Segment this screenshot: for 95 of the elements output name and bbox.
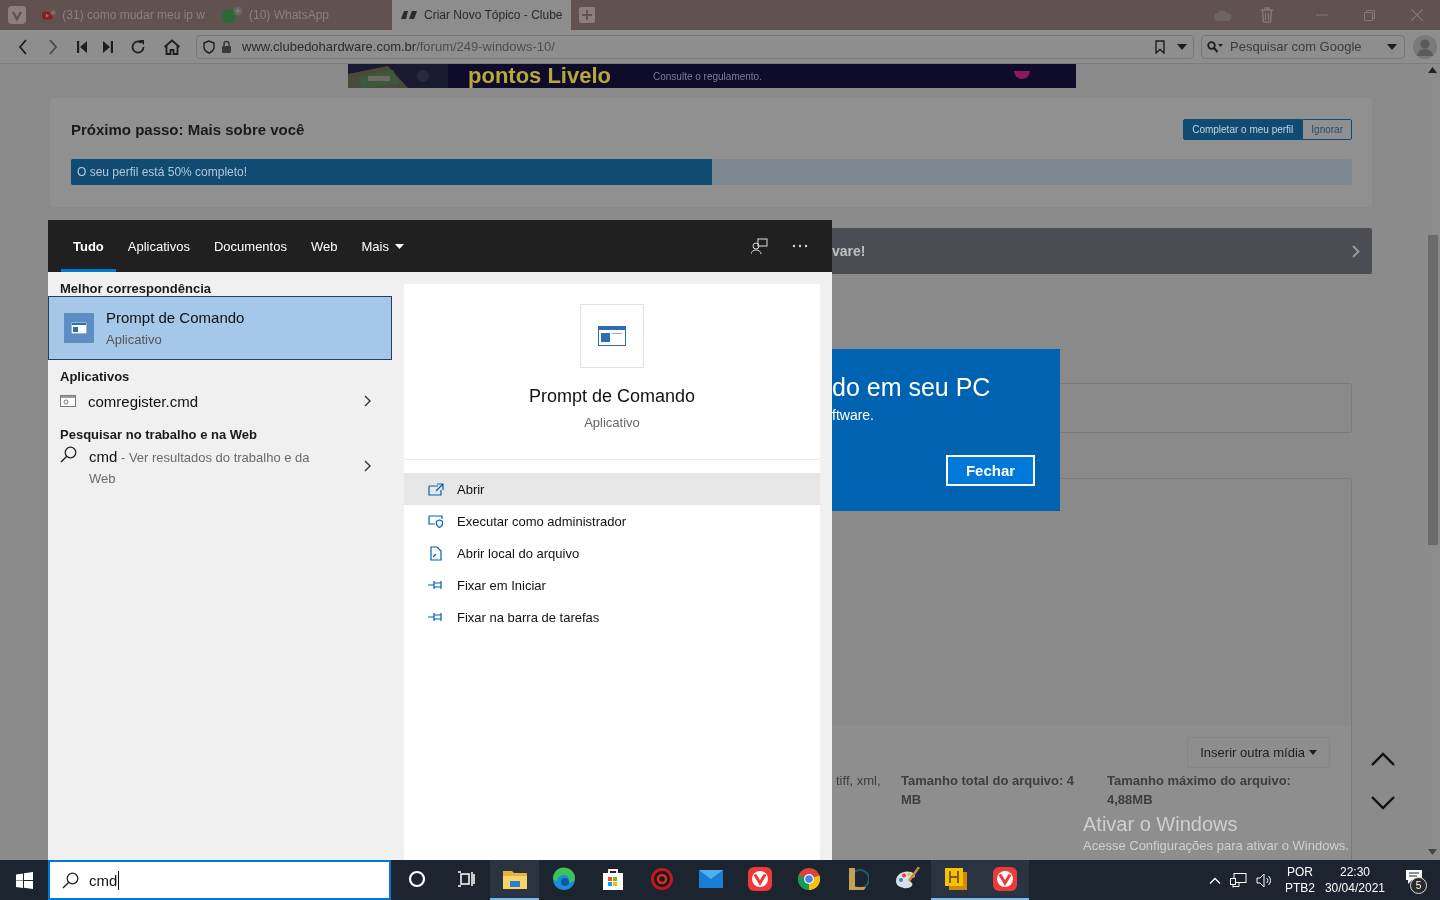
preview-title: Prompt de Comando — [528, 386, 696, 407]
web-result-link[interactable]: cmd - Ver resultados do trabalho e da Web — [89, 446, 334, 489]
search-field[interactable]: cmd — [48, 860, 391, 900]
section-heading: Pesquisar no trabalho e na Web — [59, 426, 258, 442]
console-icon — [598, 326, 626, 346]
file-location-icon — [428, 545, 444, 561]
caret-icon[interactable] — [1387, 43, 1397, 50]
complete-profile-button[interactable]: Completar o meu perfil — [1183, 118, 1303, 140]
shield-window-icon — [428, 514, 444, 528]
filter-tab[interactable]: Documentos — [201, 220, 299, 272]
folder-icon[interactable] — [502, 869, 527, 889]
dialog-text: ftware. — [832, 407, 875, 423]
pin-icon — [428, 580, 444, 590]
filter-tab[interactable]: Mais — [349, 220, 416, 272]
home-icon[interactable] — [163, 38, 181, 55]
notice-text: vare! — [832, 243, 866, 259]
activation-text: Acesse Configurações para ativar o Windows. — [1083, 837, 1349, 855]
arrow-up-icon[interactable] — [1428, 67, 1437, 73]
task-view-icon[interactable] — [456, 871, 475, 887]
scroll-up-icon[interactable] — [1371, 752, 1395, 766]
chevron-up-icon[interactable] — [1208, 876, 1221, 884]
preview-subtitle: Aplicativo — [584, 415, 640, 430]
more-icon[interactable] — [792, 244, 808, 248]
action-item[interactable]: Abrir — [404, 473, 820, 505]
action-item[interactable]: Executar como administrador — [404, 505, 820, 537]
total-size-text: Tamanho total do arquivo: 4 MB — [901, 772, 1076, 809]
search-icon — [60, 446, 77, 463]
store-bag-icon[interactable] — [601, 867, 624, 891]
search-icon[interactable] — [1207, 40, 1223, 53]
chat-icon — [221, 6, 243, 24]
lock-icon — [221, 40, 232, 53]
paint-palette-icon[interactable] — [893, 867, 920, 891]
mail-icon[interactable] — [698, 870, 723, 888]
vivaldi-icon[interactable] — [992, 867, 1017, 891]
max-size-text: Tamanho máximo do arquivo: 4,88MB — [1107, 772, 1292, 809]
forward-icon[interactable] — [48, 38, 58, 55]
back-icon[interactable] — [18, 38, 28, 55]
chrome-icon[interactable] — [796, 867, 821, 891]
reload-icon[interactable] — [130, 38, 146, 55]
open-window-icon — [428, 482, 444, 496]
insert-media-button[interactable]: Inserir outra mídia — [1187, 737, 1330, 768]
clock[interactable]: 22:30 30/04/2021 — [1324, 864, 1385, 896]
ad-banner[interactable]: pontos Livelo Consulte o regulamento. — [348, 64, 1076, 88]
chevron-right-icon[interactable] — [364, 460, 371, 472]
scrollbar-thumb[interactable] — [1428, 235, 1438, 545]
search-icon — [62, 871, 79, 889]
bookmark-icon[interactable] — [1155, 39, 1165, 54]
notice-bar[interactable]: vare! — [832, 228, 1372, 274]
site-icon — [400, 10, 418, 20]
arrow-down-icon[interactable] — [1428, 849, 1437, 855]
league-game-icon[interactable] — [846, 867, 869, 891]
ad-note: Consulte o regulamento. — [653, 70, 762, 82]
action-item[interactable]: Fixar na barra de tarefas — [404, 601, 820, 633]
pin-icon — [428, 612, 444, 622]
notes-icon[interactable] — [944, 868, 967, 890]
console-icon — [71, 322, 87, 334]
ad-headline: pontos Livelo — [468, 64, 611, 88]
file-types-text: tiff, xml, — [836, 772, 882, 790]
input-language[interactable]: POR PTB2 — [1284, 864, 1315, 896]
volume-icon[interactable] — [1255, 872, 1272, 888]
action-item[interactable]: Abrir local do arquivo — [404, 537, 820, 569]
section-heading: Aplicativos — [59, 368, 131, 384]
feedback-icon[interactable] — [751, 237, 768, 255]
cortana-icon[interactable] — [407, 870, 426, 888]
search-field[interactable]: Pesquisar com Google — [1201, 34, 1405, 59]
windows-start-icon[interactable] — [15, 871, 33, 889]
activation-title: Ativar o Windows — [1083, 812, 1238, 836]
edge-icon[interactable] — [551, 867, 576, 891]
rewind-icon[interactable] — [77, 40, 87, 53]
section-heading: Melhor correspondência — [59, 280, 212, 296]
filter-tab[interactable]: Aplicativos — [115, 220, 202, 272]
address-field[interactable]: www.clubedohardware.com.br/forum/249-windows-10/ — [196, 34, 1194, 59]
dialog-title: do em seu PC — [832, 372, 992, 403]
fast-forward-icon[interactable] — [103, 40, 113, 53]
browser-tab[interactable]: Criar Novo Tópico - Clube — [392, 0, 571, 30]
game-booster-icon[interactable] — [649, 867, 674, 891]
filter-tab[interactable]: Web — [298, 220, 350, 272]
card-title: Próximo passo: Mais sobre você — [71, 120, 305, 138]
caret-icon[interactable] — [1177, 43, 1187, 50]
notification-count: 5 — [1410, 877, 1427, 894]
text-cursor — [118, 870, 120, 890]
shield-icon[interactable] — [203, 39, 215, 54]
script-file-icon — [60, 395, 76, 407]
close-button[interactable]: Fechar — [946, 455, 1035, 486]
network-icon[interactable] — [1229, 872, 1247, 888]
filter-tab[interactable]: Tudo — [61, 220, 116, 272]
vivaldi-icon[interactable] — [747, 867, 772, 891]
scroll-down-icon[interactable] — [1371, 796, 1395, 810]
progress-label: O seu perfil está 50% completo! — [77, 165, 248, 179]
action-item[interactable]: Fixar em Iniciar — [404, 569, 820, 601]
caret-icon — [1309, 750, 1317, 755]
app-result-item[interactable]: comregister.cmd — [48, 384, 392, 418]
chevron-right-icon[interactable] — [364, 395, 371, 407]
best-match-item[interactable]: Prompt de Comando Aplicativo — [48, 296, 392, 360]
caret-icon — [394, 243, 404, 249]
